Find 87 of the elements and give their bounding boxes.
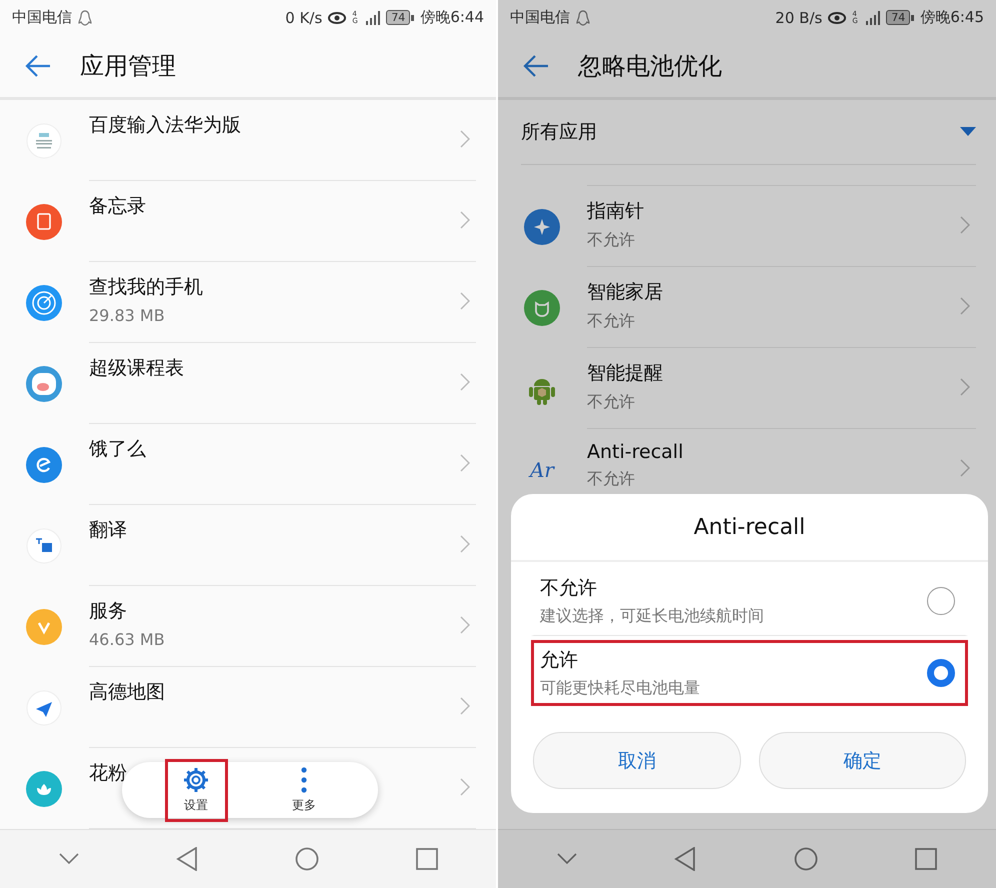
app-icon: [524, 208, 560, 244]
option-row[interactable]: 允许 可能更快耗尽电池电量: [531, 640, 968, 706]
collapse-icon[interactable]: [58, 853, 78, 865]
signal-icon: [866, 10, 880, 24]
carrier-name: 中国电信: [12, 8, 72, 27]
qq-icon: [576, 10, 590, 26]
app-name: 高德地图: [89, 680, 165, 705]
chevron-icon: [460, 616, 470, 634]
chevron-icon: [960, 459, 970, 477]
back-key-icon[interactable]: [176, 847, 198, 871]
chevron-icon: [460, 211, 470, 229]
option-hint: 可能更快耗尽电池电量: [540, 678, 701, 699]
option-label: 不允许: [540, 576, 598, 601]
action-button[interactable]: 设置: [164, 758, 228, 822]
action-button[interactable]: 更多: [272, 758, 336, 822]
app-name: 智能家居: [587, 280, 663, 305]
network-speed: 20 B/s: [775, 8, 822, 26]
app-name: 翻译: [89, 518, 127, 543]
dialog-button[interactable]: 取消: [533, 732, 740, 789]
app-name: 百度输入法华为版: [89, 113, 241, 138]
page-title: 忽略电池优化: [578, 51, 722, 82]
app-icon: Ar: [530, 458, 554, 482]
back-icon[interactable]: [24, 54, 52, 78]
clock: 傍晚6:45: [920, 8, 984, 27]
back-icon[interactable]: [522, 54, 550, 78]
chevron-icon: [460, 697, 470, 715]
recents-key-icon[interactable]: [915, 848, 938, 870]
radio-button[interactable]: [927, 587, 955, 615]
back-key-icon[interactable]: [674, 847, 696, 871]
app-icon: [26, 528, 62, 564]
app-name: 查找我的手机: [89, 275, 203, 300]
app-name: 花粉: [89, 761, 127, 786]
radio-button[interactable]: [927, 659, 955, 687]
chevron-icon: [960, 378, 970, 396]
more-icon: [300, 766, 308, 792]
app-status: 不允许: [587, 392, 635, 413]
app-name: 指南针: [587, 199, 644, 224]
app-status: 不允许: [587, 469, 635, 490]
app-size: 29.83 MB: [89, 306, 165, 325]
page-title: 应用管理: [80, 51, 176, 82]
app-icon: [26, 122, 62, 158]
home-key-icon[interactable]: [794, 847, 818, 871]
app-icon: [26, 608, 62, 644]
filter-label: 所有应用: [521, 120, 598, 145]
carrier-name: 中国电信: [510, 8, 570, 27]
chevron-icon: [460, 454, 470, 472]
clock: 傍晚6:44: [420, 8, 484, 27]
app-size: 46.63 MB: [89, 630, 165, 649]
app-name: 饿了么: [89, 437, 146, 462]
app-icon: [26, 284, 62, 320]
chevron-icon: [460, 292, 470, 310]
home-key-icon[interactable]: [294, 847, 318, 871]
chevron-icon: [460, 778, 470, 796]
eye-icon: [828, 12, 846, 24]
settings-icon: [183, 766, 209, 792]
battery-level: 74: [886, 10, 910, 25]
app-name: 超级课程表: [89, 356, 184, 381]
app-icon: [26, 204, 62, 240]
chevron-icon: [460, 373, 470, 391]
app-status: 不允许: [587, 230, 635, 251]
chevron-icon: [960, 216, 970, 234]
app-icon: [26, 690, 62, 726]
dropdown-icon[interactable]: [960, 127, 976, 137]
chevron-icon: [960, 297, 970, 315]
eye-icon: [328, 12, 346, 24]
app-name: 备忘录: [89, 194, 146, 219]
collapse-icon[interactable]: [556, 853, 577, 865]
chevron-icon: [460, 535, 470, 553]
app-icon: [524, 290, 560, 326]
app-icon: [26, 366, 62, 402]
network-speed: 0 K/s: [285, 8, 322, 26]
battery-level: 74: [386, 10, 410, 25]
dialog-title: Anti-recall: [511, 494, 988, 562]
dialog-button[interactable]: 确定: [758, 732, 966, 789]
app-name: 智能提醒: [587, 361, 663, 386]
signal-icon: [366, 10, 380, 24]
option-label: 允许: [540, 648, 579, 673]
app-name: Anti-recall: [587, 441, 684, 463]
app-name: 服务: [89, 599, 127, 624]
app-status: 不允许: [587, 311, 635, 332]
app-icon: [26, 770, 62, 806]
app-icon: [26, 446, 62, 482]
option-hint: 建议选择，可延长电池续航时间: [540, 606, 765, 627]
qq-icon: [78, 10, 92, 26]
option-row[interactable]: 不允许 建议选择，可延长电池续航时间: [531, 564, 968, 636]
chevron-icon: [460, 130, 470, 148]
recents-key-icon[interactable]: [416, 848, 438, 870]
